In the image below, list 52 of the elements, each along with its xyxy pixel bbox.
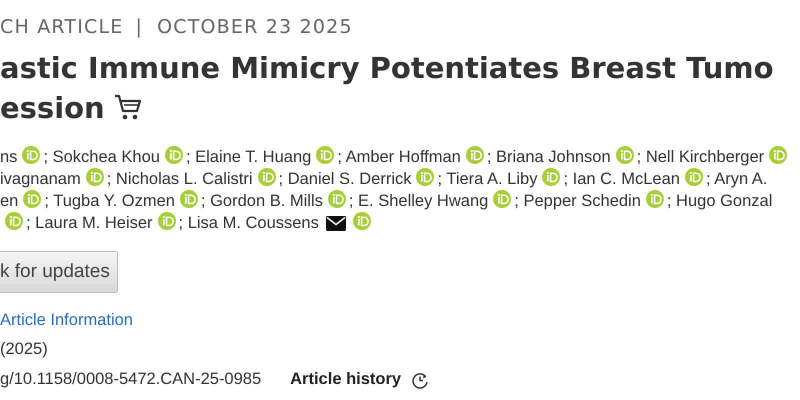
author-name[interactable]: ; Gordon B. Mills [200, 192, 323, 210]
article-title: ession [0, 90, 105, 127]
author-name[interactable]: ns [0, 148, 18, 166]
author-name[interactable]: ; Nell Kirchberger [636, 148, 764, 166]
id-badge-icon[interactable] [22, 146, 40, 164]
article-type: CH ARTICLE [0, 16, 124, 38]
history-icon[interactable] [411, 370, 430, 388]
id-badge-icon[interactable] [466, 146, 484, 164]
author-name[interactable]: ; Briana Johnson [486, 148, 611, 166]
id-badge-icon[interactable] [769, 146, 788, 164]
author-name[interactable]: ; Nicholas L. Calistri [106, 170, 253, 188]
author-name[interactable]: ; Ian C. McLean [563, 170, 680, 188]
id-badge-icon[interactable] [646, 190, 664, 208]
publish-date: OCTOBER 23 2025 [157, 16, 353, 38]
id-badge-icon[interactable] [493, 190, 512, 208]
id-badge-icon[interactable] [158, 212, 176, 230]
author-name[interactable]: ; Tiera A. Liby [437, 170, 538, 188]
author-name[interactable]: ; Tugba Y. Ozmen [44, 192, 175, 210]
envelope-icon[interactable] [326, 216, 346, 230]
doi-text: g/10.1158/0008-5472.CAN-25-0985 [0, 370, 262, 389]
id-badge-icon[interactable] [86, 168, 104, 186]
author-name[interactable]: ; Hugo Gonzal [666, 192, 772, 210]
article-history-link[interactable]: Article history [290, 370, 402, 389]
id-badge-icon[interactable] [616, 146, 634, 164]
article-title: astic Immune Mimicry Potentiates Breast Tumo [0, 50, 774, 87]
publication-year: (2025) [0, 340, 49, 359]
check-updates-button[interactable]: k for updates [0, 251, 118, 293]
author-name[interactable]: ; Sokchea Khou [43, 148, 160, 166]
author-name[interactable]: ; Amber Hoffman [337, 148, 461, 166]
cart-icon[interactable] [112, 92, 143, 122]
id-badge-icon[interactable] [164, 146, 183, 164]
author-name[interactable]: en [0, 192, 18, 210]
id-badge-icon[interactable] [5, 212, 23, 230]
author-name[interactable]: ; Laura M. Heiser [26, 214, 153, 232]
author-name[interactable]: ; Aryn A. [706, 170, 768, 188]
author-name[interactable]: ; Lisa M. Coussens [178, 214, 319, 232]
author-name[interactable]: ivagnanam [0, 170, 81, 188]
author-name[interactable]: ; Elaine T. Huang [186, 148, 312, 166]
id-badge-icon[interactable] [316, 146, 334, 164]
author-name[interactable]: ; Daniel S. Derrick [278, 170, 412, 188]
id-badge-icon[interactable] [23, 190, 42, 208]
author-name[interactable]: ; Pepper Schedin [514, 192, 641, 210]
id-badge-icon[interactable] [258, 168, 276, 186]
id-badge-icon[interactable] [180, 190, 198, 208]
article-information-link[interactable]: Article Information [0, 311, 800, 330]
id-badge-icon[interactable] [416, 168, 434, 186]
author-name[interactable]: ; E. Shelley Hwang [348, 192, 488, 210]
id-badge-icon[interactable] [684, 168, 703, 186]
id-badge-icon[interactable] [328, 190, 346, 208]
id-badge-icon[interactable] [542, 168, 560, 186]
separator: | [135, 16, 144, 38]
id-badge-icon[interactable] [352, 212, 371, 230]
